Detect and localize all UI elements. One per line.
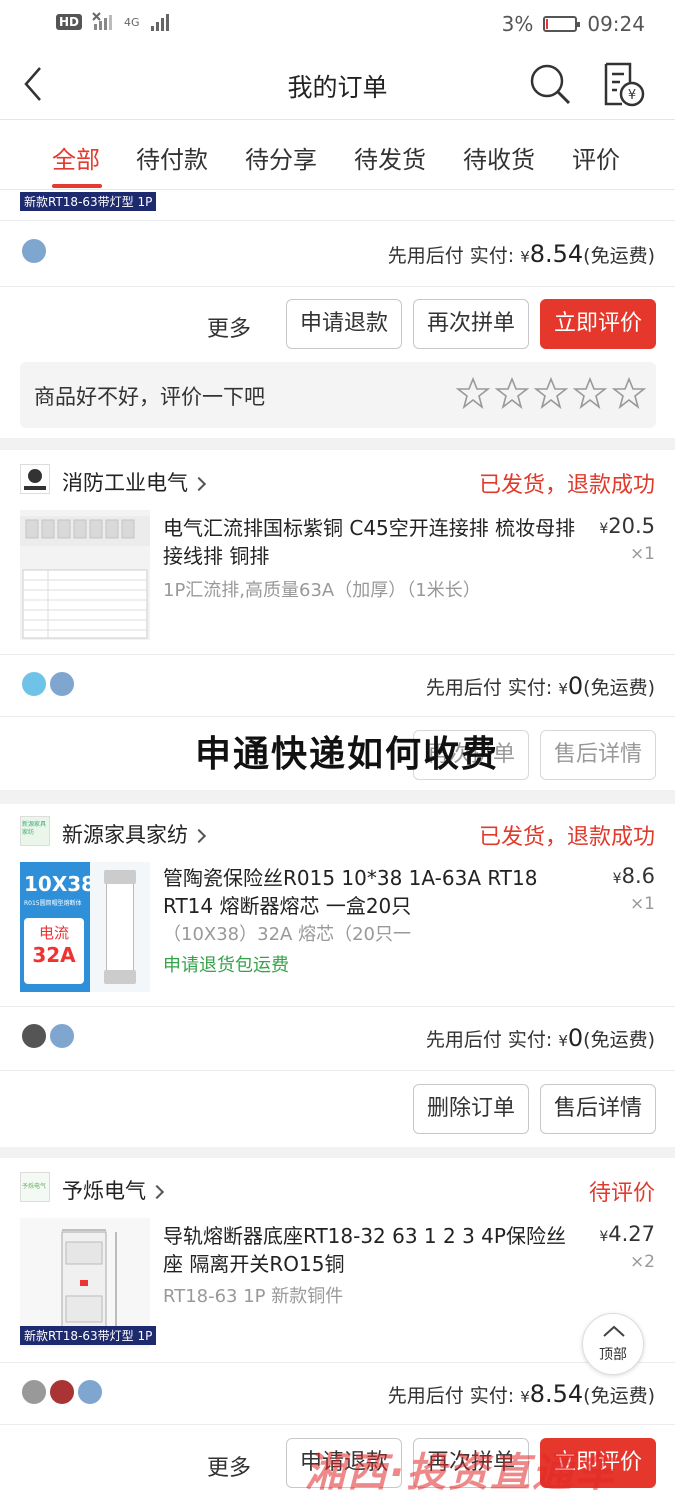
order-status: 已发货，退款成功 — [478, 825, 655, 850]
product-price: ¥8.6 — [612, 864, 655, 888]
page-title: 我的订单 — [287, 73, 388, 102]
review-now-button[interactable]: 立即评价 — [540, 299, 656, 349]
thumb-subtitle: R015圆筒帽型熔断体 — [24, 900, 82, 907]
shop-logo[interactable] — [20, 464, 50, 494]
paid-amount: 0 — [567, 1024, 584, 1052]
chevron-right-icon — [191, 828, 207, 844]
order-tabs: 全部 待付款 待分享 待发货 待收货 评价 — [0, 120, 675, 190]
spec-tag: 新款RT18-63带灯型 1P — [20, 192, 157, 211]
shop-name[interactable]: 消防工业电气 — [62, 467, 207, 497]
star-icon[interactable] — [573, 376, 607, 410]
clock: 09:24 — [587, 12, 645, 36]
product-price: ¥4.27 — [599, 1222, 655, 1246]
back-to-top-label: 顶部 — [599, 1347, 627, 1363]
chevron-right-icon — [191, 476, 207, 492]
shop-logo[interactable]: 新源家具家纺 — [20, 816, 50, 846]
overlay-headline: 申通快递如何收费 — [195, 734, 500, 775]
product-spec: RT18-63 1P 新款铜件 — [163, 1286, 344, 1307]
tab-pending-shipment[interactable]: 待发货 — [354, 140, 426, 175]
product-spec: 1P汇流排,高质量63A（加厚）（1米长） — [163, 580, 481, 601]
back-to-top-button[interactable]: 顶部 — [582, 1313, 644, 1375]
review-prompt: 商品好不好，评价一下吧 — [34, 385, 265, 409]
tab-pending-share[interactable]: 待分享 — [245, 140, 317, 175]
status-bar: HD 4G 3% 09:24 — [0, 0, 675, 50]
shop-logo[interactable]: 予烁电气 — [20, 1172, 50, 1202]
review-prompt-box[interactable]: 商品好不好，评价一下吧 — [20, 362, 656, 428]
shop-name[interactable]: 新源家具家纺 — [62, 819, 207, 849]
tab-pending-payment[interactable]: 待付款 — [136, 140, 208, 175]
paid-amount: 0 — [567, 672, 584, 700]
request-refund-button[interactable]: 申请退款 — [286, 299, 402, 349]
product-quantity: ×1 — [629, 544, 655, 564]
busbar-image — [20, 516, 150, 639]
star-icon[interactable] — [612, 376, 646, 410]
return-shipping-note[interactable]: 申请退货包运费 — [163, 951, 289, 977]
tab-pending-receipt[interactable]: 待收货 — [463, 140, 535, 175]
avatar — [20, 1022, 48, 1050]
fuse-image — [90, 862, 150, 992]
product-quantity: ×1 — [629, 894, 655, 914]
battery-icon — [543, 16, 581, 32]
product-title[interactable]: 导轨熔断器底座RT18-32 63 1 2 3 4P保险丝座 隔离开关RO15铜 — [163, 1222, 583, 1278]
avatar — [76, 1378, 104, 1406]
avatar — [48, 670, 76, 698]
order-status: 待评价 — [588, 1181, 655, 1206]
watermark: 湘西·投资直通车 — [305, 1450, 617, 1496]
avatar — [20, 237, 48, 265]
star-icon[interactable] — [456, 376, 490, 410]
product-price: ¥20.5 — [599, 514, 655, 538]
chevron-right-icon — [149, 1184, 165, 1200]
hd-badge: HD — [56, 14, 83, 30]
payment-summary: 先用后付 实付: ¥0(免运费) — [425, 672, 655, 700]
product-thumbnail[interactable] — [20, 510, 150, 640]
spec-tag: 新款RT18-63带灯型 1P — [20, 1326, 157, 1345]
product-thumbnail[interactable]: 10X38 R015圆筒帽型熔断体 电流 32A — [20, 862, 150, 992]
shop-logo-text: 予烁电气 — [22, 1183, 47, 1190]
more-button[interactable]: 更多 — [207, 1450, 251, 1482]
signal-icon — [150, 14, 169, 31]
shop-name[interactable]: 予烁电气 — [62, 1175, 165, 1205]
order-status: 已发货，退款成功 — [478, 473, 655, 498]
order-card: 新款RT18-63带灯型 1P 先用后付 实付: ¥8.54(免运费) 更多 申… — [0, 190, 675, 438]
more-button[interactable]: 更多 — [207, 311, 251, 343]
bill-yen-icon[interactable]: ¥ — [600, 60, 646, 108]
after-sale-button[interactable]: 售后详情 — [540, 1084, 656, 1134]
avatar — [20, 1378, 48, 1406]
nav-bar: 我的订单 ¥ — [0, 50, 675, 120]
avatar — [20, 670, 48, 698]
product-spec: （10X38）32A 熔芯（20只一 — [163, 924, 411, 945]
payment-summary: 先用后付 实付: ¥8.54(免运费) — [387, 1380, 655, 1408]
after-sale-button[interactable]: 售后详情 — [540, 730, 656, 780]
tab-indicator — [52, 184, 102, 188]
delete-order-button[interactable]: 删除订单 — [413, 1084, 529, 1134]
product-title[interactable]: 电气汇流排国标紫铜 C45空开连接排 梳妆母排 接线排 铜排 — [163, 514, 583, 570]
avatar — [48, 1022, 76, 1050]
payment-summary: 先用后付 实付: ¥0(免运费) — [425, 1024, 655, 1052]
shop-logo-mark — [24, 469, 46, 490]
rebuy-button[interactable]: 再次拼单 — [413, 299, 529, 349]
paid-amount: 8.54 — [529, 1380, 584, 1408]
network-type: 4G — [124, 15, 140, 29]
star-icon[interactable] — [534, 376, 568, 410]
order-card: 新源家具家纺 新源家具家纺 已发货，退款成功 10X38 R015圆筒帽型熔断体… — [0, 804, 675, 1147]
paid-amount: 8.54 — [529, 240, 584, 268]
search-icon[interactable] — [528, 62, 572, 106]
battery-percent: 3% — [501, 12, 534, 36]
product-quantity: ×2 — [629, 1252, 655, 1272]
star-icon[interactable] — [495, 376, 529, 410]
tab-all[interactable]: 全部 — [52, 140, 100, 175]
tab-review[interactable]: 评价 — [572, 140, 620, 175]
order-list: 新款RT18-63带灯型 1P 先用后付 实付: ¥8.54(免运费) 更多 申… — [0, 190, 675, 1500]
thumb-current-box: 电流 32A — [24, 918, 84, 984]
wifi-off-icon — [92, 12, 113, 30]
product-title[interactable]: 管陶瓷保险丝R015 10*38 1A-63A RT18 RT14 熔断器熔芯 … — [163, 864, 583, 920]
avatar — [48, 1378, 76, 1406]
thumb-size-label: 10X38 — [24, 872, 96, 896]
payment-summary: 先用后付 实付: ¥8.54(免运费) — [387, 240, 655, 268]
chevron-up-icon — [603, 1325, 625, 1337]
svg-text:¥: ¥ — [628, 88, 636, 103]
shop-logo-text: 新源家具家纺 — [22, 821, 47, 836]
